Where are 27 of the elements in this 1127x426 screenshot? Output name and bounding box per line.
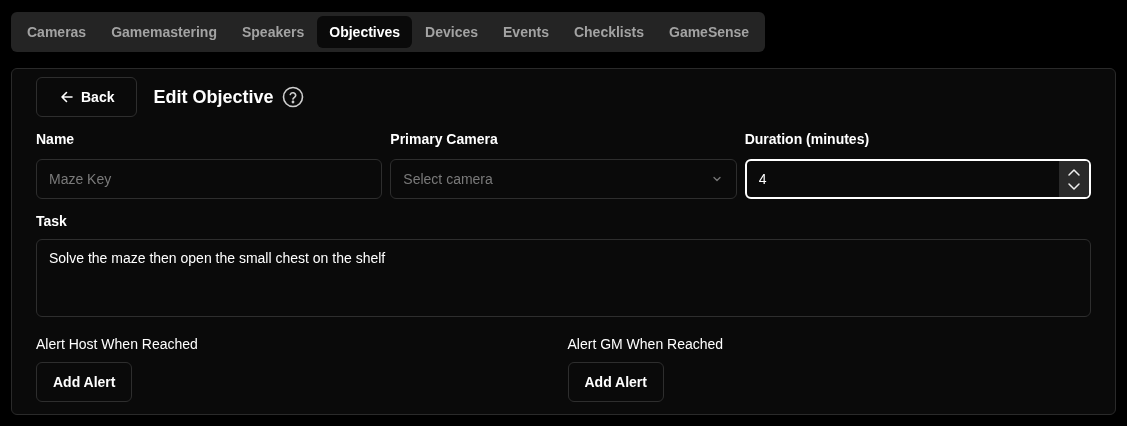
field-label: Task — [36, 212, 68, 231]
tab[interactable]: Checklists — [561, 16, 656, 48]
tab[interactable]: Events — [491, 16, 561, 48]
page-title: Edit Objective — [153, 85, 274, 109]
add-alert-button[interactable]: Add Alert — [36, 362, 133, 402]
chevron-up-icon — [1067, 167, 1081, 178]
field-label: Duration (minutes) — [744, 130, 871, 149]
arrow-left-icon — [59, 89, 75, 105]
duration-field[interactable]: 4 — [744, 159, 1091, 199]
task-field[interactable]: Solve the maze then open the small chest on the shelf — [36, 239, 1091, 317]
chevron-down-icon — [1067, 180, 1081, 191]
alert-label: Alert Host When Reached — [36, 335, 199, 354]
back-button[interactable]: Back — [36, 77, 138, 117]
add-alert-button[interactable]: Add Alert — [567, 362, 664, 402]
tab[interactable]: Gamemastering — [99, 16, 229, 48]
field-label: Primary Camera — [390, 130, 499, 149]
number-spinner[interactable] — [1059, 161, 1089, 197]
alert-label: Alert GM When Reached — [567, 335, 725, 354]
field-label: Name — [36, 130, 76, 149]
tab[interactable]: Objectives — [317, 16, 413, 48]
tab[interactable]: Devices — [413, 16, 491, 48]
camera-dropdown[interactable]: Select camera — [390, 159, 737, 199]
help-icon[interactable] — [281, 86, 304, 108]
tab[interactable]: GameSense — [657, 16, 762, 48]
tab[interactable]: Speakers — [230, 16, 317, 48]
tab[interactable]: Cameras — [15, 16, 99, 48]
name-field[interactable]: Maze Key — [36, 159, 383, 199]
